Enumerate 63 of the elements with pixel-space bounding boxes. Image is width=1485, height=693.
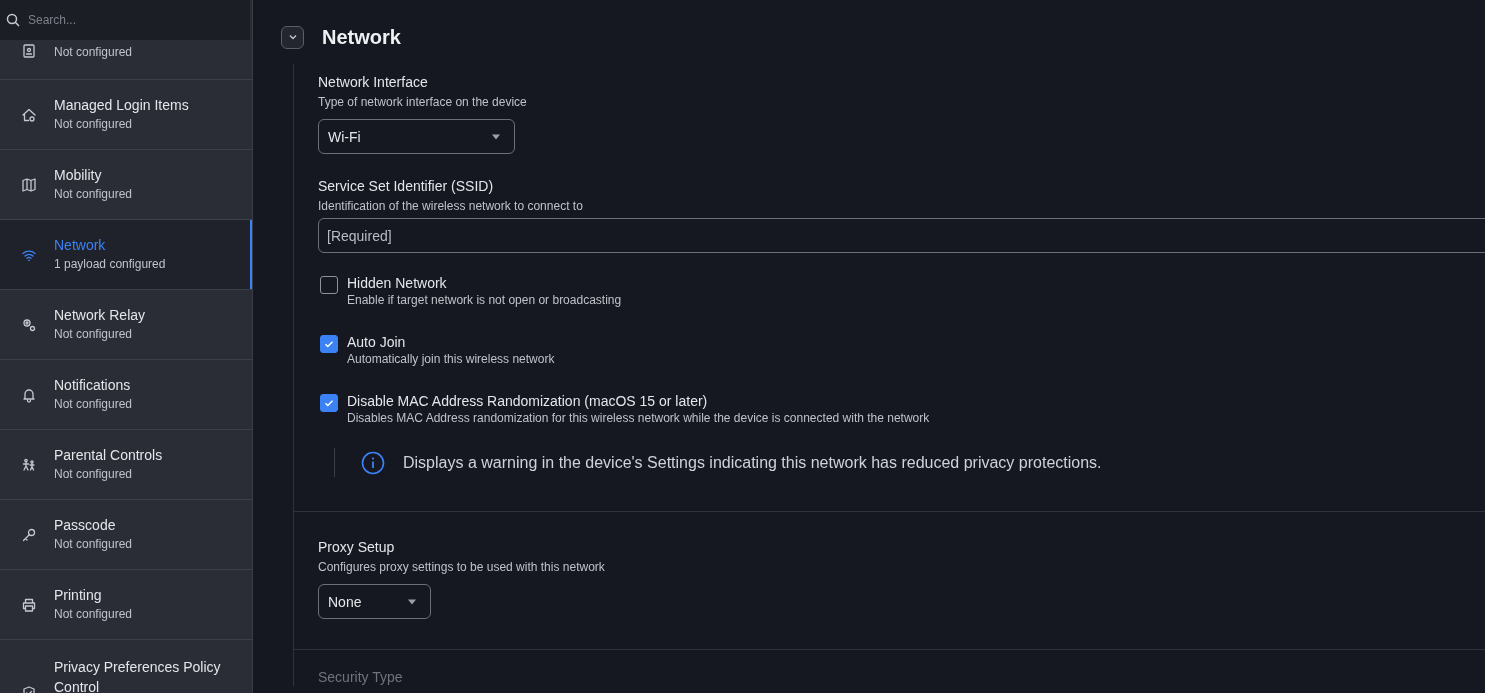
info-icon	[361, 450, 385, 475]
checkbox[interactable]	[320, 335, 338, 353]
field-description: Disables MAC Address randomization for this wireless network while the device is connected with the network	[347, 411, 930, 426]
checkbox-label: Disable MAC Address Randomization (macOS 15 or later)	[347, 393, 709, 410]
house-gear-icon	[21, 106, 37, 123]
field-description: Identification of the wireless network to connect to	[318, 199, 584, 214]
item-status: Not configured	[54, 327, 134, 342]
field-label: Security Type	[318, 669, 404, 686]
collapse-button[interactable]	[281, 25, 304, 49]
bell-icon	[21, 386, 37, 403]
id-badge-icon	[21, 43, 37, 59]
sidebar-item[interactable]: Privacy Preferences Policy Control	[0, 640, 252, 693]
sidebar-item[interactable]: Network 1 payload configured	[0, 220, 252, 290]
item-status: Not configured	[54, 467, 134, 482]
item-title: Passcode	[54, 517, 117, 534]
sidebar-item[interactable]: Parental Controls Not configured	[0, 430, 252, 500]
checkbox-label: Hidden Network	[347, 275, 448, 292]
item-status: Not configured	[54, 397, 133, 412]
item-title: Notifications	[54, 377, 132, 394]
sidebar-item[interactable]: Notifications Not configured	[0, 360, 252, 430]
item-title: Printing	[54, 587, 103, 604]
item-status: 1 payload configured	[54, 257, 166, 272]
field-description: Configures proxy settings to be used with this network	[318, 560, 606, 575]
search-icon	[6, 13, 20, 27]
item-status: Not configured	[54, 537, 133, 552]
dropdown[interactable]: Wi-Fi	[318, 119, 515, 154]
field-label: Proxy Setup	[318, 539, 396, 556]
sidebar-item[interactable]: Passcode Not configured	[0, 500, 252, 570]
key-icon	[21, 526, 37, 543]
item-status: Not configured	[54, 187, 133, 202]
sidebar-item[interactable]: Printing Not configured	[0, 570, 252, 640]
field-label: Service Set Identifier (SSID)	[318, 178, 495, 195]
checkbox[interactable]	[320, 394, 338, 412]
item-title: Network Relay	[54, 307, 146, 324]
sidebar-item[interactable]: Managed Login Items Not configured	[0, 80, 252, 150]
printer-icon	[21, 596, 37, 613]
field-description: Automatically join this wireless network	[347, 352, 555, 367]
gears-icon	[21, 316, 37, 333]
map-icon	[21, 176, 37, 193]
item-status: Not configured	[54, 45, 133, 60]
sidebar-item[interactable]: Network Relay Not configured	[0, 290, 252, 360]
item-title: Privacy Preferences Policy Control	[54, 658, 222, 693]
note-text: Displays a warning in the device's Settings indicating this network has reduced privacy protections.	[403, 453, 1102, 472]
search-field[interactable]: Search...	[28, 13, 228, 27]
sidebar-item[interactable]: Not configured	[0, 40, 252, 80]
dropdown[interactable]: None	[318, 584, 431, 619]
item-title: Parental Controls	[54, 447, 163, 464]
section-title: Network	[322, 25, 401, 49]
item-status: Not configured	[54, 607, 133, 622]
people-icon	[21, 456, 37, 473]
search-bar[interactable]: Search...	[0, 0, 250, 40]
text-field[interactable]: [Required]	[318, 218, 1485, 253]
field-description: Type of network interface on the device	[318, 95, 528, 110]
checkbox-label: Auto Join	[347, 334, 407, 351]
item-title: Mobility	[54, 167, 103, 184]
item-title: Network	[54, 237, 107, 254]
field-description: Enable if target network is not open or broadcasting	[347, 293, 622, 308]
field-label: Network Interface	[318, 74, 429, 91]
checkbox[interactable]	[320, 276, 338, 294]
item-status: Not configured	[54, 117, 134, 132]
caret-icon	[491, 133, 501, 140]
caret-icon	[407, 598, 417, 605]
item-title: Managed Login Items	[54, 97, 189, 114]
